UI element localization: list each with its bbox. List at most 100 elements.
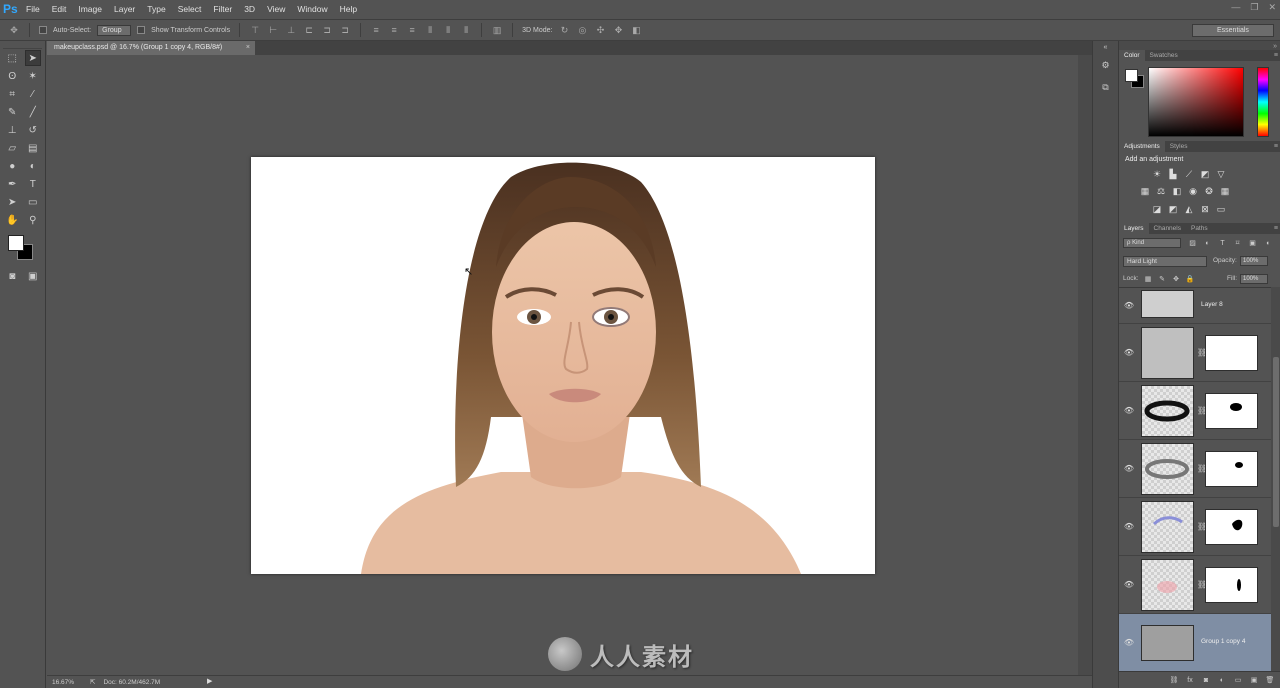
path-selection-tool-icon[interactable]: ➤ <box>4 194 20 210</box>
share-icon[interactable]: ⇱ <box>90 678 95 686</box>
quick-mask-icon[interactable]: ◙ <box>4 268 20 284</box>
restore-button[interactable]: ❐ <box>1250 0 1258 14</box>
align-left-icon[interactable]: ⊏ <box>303 25 315 35</box>
hue-slider[interactable] <box>1257 67 1269 137</box>
tab-styles[interactable]: Styles <box>1165 141 1193 152</box>
properties-panel-icon[interactable]: ⧉ <box>1097 79 1115 95</box>
layer-thumbnail[interactable] <box>1141 326 1194 379</box>
blur-tool-icon[interactable]: ● <box>4 158 20 174</box>
3d-roll-icon[interactable]: ◎ <box>576 25 588 35</box>
tab-layers[interactable]: Layers <box>1119 223 1149 234</box>
invert-icon[interactable]: ◪ <box>1151 203 1163 215</box>
opacity-field[interactable]: 100% <box>1240 256 1268 266</box>
posterize-icon[interactable]: ◩ <box>1167 203 1179 215</box>
filter-type-icon[interactable]: T <box>1217 238 1228 248</box>
move-tool-icon[interactable]: ➤ <box>24 50 41 66</box>
filter-pixel-icon[interactable]: ▨ <box>1187 238 1198 248</box>
layers-scrollbar[interactable] <box>1271 287 1280 671</box>
document-canvas[interactable] <box>251 157 875 574</box>
zoom-level-field[interactable]: 16.67% <box>52 679 82 686</box>
vibrance-icon[interactable]: ▽ <box>1215 168 1227 180</box>
layer-row[interactable]: 👁 ⛓ <box>1119 498 1271 556</box>
layer-filter-kind-dropdown[interactable]: ρ Kind <box>1123 238 1181 248</box>
tools-grip[interactable] <box>3 41 42 49</box>
add-mask-icon[interactable]: ◙ <box>1201 675 1211 685</box>
distribute-bottom-icon[interactable]: ≡ <box>406 25 418 35</box>
visibility-eye-icon[interactable]: 👁 <box>1124 580 1134 590</box>
lock-all-icon[interactable]: 🔒 <box>1186 274 1195 283</box>
hand-tool-icon[interactable]: ✋ <box>4 212 20 228</box>
document-tab-close-button[interactable]: × <box>246 41 250 55</box>
align-bottom-icon[interactable]: ⊥ <box>285 25 297 35</box>
color-lookup-icon[interactable]: ▦ <box>1219 185 1231 197</box>
history-panel-icon[interactable]: ⚙ <box>1097 57 1115 73</box>
menu-select[interactable]: Select <box>172 0 208 19</box>
align-top-icon[interactable]: ⊤ <box>249 25 261 35</box>
crop-tool-icon[interactable]: ⌗ <box>4 86 20 102</box>
document-tab[interactable]: makeupclass.psd @ 16.7% (Group 1 copy 4,… <box>47 41 255 55</box>
visibility-eye-icon[interactable]: 👁 <box>1124 301 1134 311</box>
auto-align-icon[interactable]: ▥ <box>491 25 503 35</box>
zoom-tool-icon[interactable]: ⚲ <box>25 212 41 228</box>
layer-mask-thumbnail[interactable] <box>1205 566 1258 603</box>
layer-row[interactable]: 👁 ⛓ <box>1119 324 1271 382</box>
3d-drag-icon[interactable]: ✣ <box>594 25 606 35</box>
layer-thumbnail[interactable] <box>1141 384 1194 437</box>
layer-thumbnail[interactable] <box>1141 500 1194 553</box>
menu-type[interactable]: Type <box>141 0 171 19</box>
brush-tool-icon[interactable]: ╱ <box>25 104 41 120</box>
show-transform-checkbox[interactable] <box>137 26 146 34</box>
type-tool-icon[interactable]: T <box>25 176 41 192</box>
blend-mode-dropdown[interactable]: Hard Light <box>1123 256 1207 267</box>
gradient-tool-icon[interactable]: ▤ <box>25 140 41 156</box>
menu-help[interactable]: Help <box>334 0 363 19</box>
distribute-hcenter-icon[interactable]: ⦀ <box>442 25 454 35</box>
menu-view[interactable]: View <box>261 0 291 19</box>
eraser-tool-icon[interactable]: ▱ <box>4 140 20 156</box>
panel-menu-icon[interactable]: ≡ <box>1274 50 1278 61</box>
layer-row[interactable]: 👁 ⛓ <box>1119 556 1271 614</box>
align-vcenter-icon[interactable]: ⊢ <box>267 25 279 35</box>
delete-layer-icon[interactable]: 🗑 <box>1265 675 1275 685</box>
marquee-tool-icon[interactable]: ⬚ <box>4 50 20 66</box>
move-tool-preset-icon[interactable]: ✥ <box>8 25 20 35</box>
new-layer-icon[interactable]: ▣ <box>1249 675 1259 685</box>
auto-select-checkbox[interactable] <box>39 26 47 34</box>
panel-menu-icon[interactable]: ≡ <box>1274 141 1278 152</box>
exposure-icon[interactable]: ◩ <box>1199 168 1211 180</box>
layer-thumbnail[interactable] <box>1141 442 1194 495</box>
clone-stamp-tool-icon[interactable]: ⊥ <box>4 122 20 138</box>
filter-shape-icon[interactable]: ⌑ <box>1232 238 1243 248</box>
panel-menu-icon[interactable]: ≡ <box>1274 223 1278 234</box>
color-panel-foreground-swatch[interactable] <box>1125 69 1138 82</box>
layer-mask-thumbnail[interactable] <box>1205 508 1258 545</box>
distribute-right-icon[interactable]: ⦀ <box>460 25 472 35</box>
workspace-dropdown[interactable]: Essentials <box>1192 24 1274 37</box>
layer-row[interactable]: 👁 ⛓ <box>1119 382 1271 440</box>
layer-style-fx-icon[interactable]: fx <box>1185 675 1195 685</box>
layers-scrollbar-thumb[interactable] <box>1273 357 1279 527</box>
photo-filter-icon[interactable]: ◉ <box>1187 185 1199 197</box>
layer-thumbnail[interactable] <box>1141 624 1194 661</box>
black-white-icon[interactable]: ◧ <box>1171 185 1183 197</box>
color-picker-field[interactable] <box>1148 67 1244 137</box>
menu-3d[interactable]: 3D <box>238 0 261 19</box>
menu-file[interactable]: File <box>20 0 46 19</box>
3d-orbit-icon[interactable]: ↻ <box>558 25 570 35</box>
layer-mask-thumbnail[interactable] <box>1205 450 1258 487</box>
visibility-eye-icon[interactable]: 👁 <box>1124 464 1134 474</box>
levels-icon[interactable]: ▙ <box>1167 168 1179 180</box>
healing-brush-tool-icon[interactable]: ✎ <box>4 104 20 120</box>
auto-select-dropdown[interactable]: Group <box>97 24 132 36</box>
layer-name[interactable]: Layer 8 <box>1201 301 1223 308</box>
distribute-vcenter-icon[interactable]: ≡ <box>388 25 400 35</box>
3d-slide-icon[interactable]: ✥ <box>612 25 624 35</box>
tab-color[interactable]: Color <box>1119 50 1145 61</box>
selective-color-icon[interactable]: ⊠ <box>1199 203 1211 215</box>
layer-row[interactable]: 👁 ⛓ <box>1119 440 1271 498</box>
layer-thumbnail[interactable] <box>1141 289 1194 318</box>
align-hcenter-icon[interactable]: ⊐ <box>321 25 333 35</box>
visibility-eye-icon[interactable]: 👁 <box>1124 522 1134 532</box>
filter-smart-object-icon[interactable]: ▣ <box>1247 238 1258 248</box>
lock-position-icon[interactable]: ✥ <box>1172 274 1181 283</box>
